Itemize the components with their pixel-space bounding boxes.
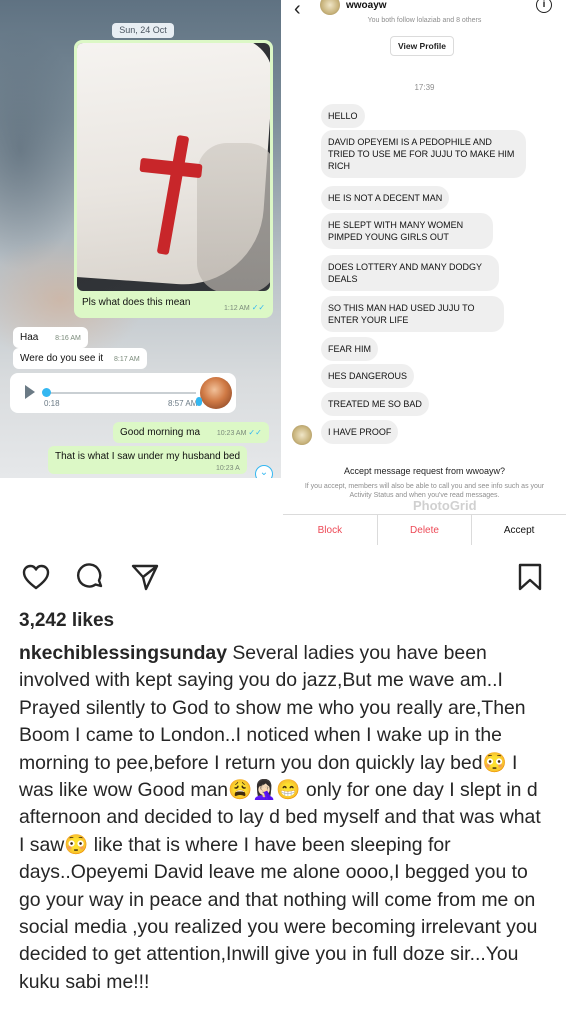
incoming-message[interactable]: Were do you see it 8:17 AM (13, 348, 147, 369)
message-text: Were do you see it (20, 353, 104, 364)
dm-message[interactable]: HES DANGEROUS (321, 364, 415, 388)
read-ticks-icon: ✓✓ (251, 303, 266, 312)
message-text: Haa (20, 332, 39, 343)
mutual-follow-info: You both follow lolaziab and 8 others (367, 17, 482, 24)
message-time: 8:16 AM (55, 335, 81, 342)
voice-time: 8:57 AM (168, 399, 198, 408)
sheet-fold (197, 143, 270, 291)
info-icon[interactable]: i (536, 0, 552, 13)
voice-note[interactable]: 0:18 8:57 AM (10, 373, 236, 413)
post-caption: nkechiblessingsunday Several ladies you … (19, 640, 549, 996)
dm-message[interactable]: TREATED ME SO BAD (321, 392, 429, 416)
message-time: 10:23 AM (216, 430, 247, 437)
heart-icon[interactable] (21, 562, 51, 592)
message-time: 1:12 AM ✓✓ (224, 303, 266, 312)
image-message-bubble[interactable]: Pls what does this mean 1:12 AM ✓✓ (74, 40, 273, 318)
comment-icon[interactable] (75, 562, 105, 592)
bed-photo[interactable] (77, 43, 270, 291)
caption-username[interactable]: nkechiblessingsunday (19, 642, 227, 664)
outgoing-message[interactable]: Good morning ma 10:23 AM ✓✓ (113, 422, 269, 443)
post-action-bar (0, 562, 566, 592)
scroll-down-icon[interactable]: ⌄ (255, 465, 273, 478)
instagram-dm-screenshot: ‹ wwoayw i You both follow lolaziab and … (283, 0, 566, 545)
share-icon[interactable] (130, 562, 160, 592)
play-icon[interactable] (25, 385, 35, 399)
avatar[interactable] (320, 0, 340, 15)
request-actions: Block Delete Accept (283, 514, 566, 545)
voice-progress-track[interactable] (46, 392, 196, 394)
message-text: That is what I saw under my husband bed (55, 451, 241, 462)
whatsapp-screenshot: Sun, 24 Oct Pls what does this mean 1:12… (0, 0, 281, 478)
message-time: 10:23 A (216, 465, 240, 472)
delete-button[interactable]: Delete (376, 515, 472, 545)
date-pill: Sun, 24 Oct (112, 23, 174, 38)
message-timestamp: 17:39 (414, 83, 435, 92)
dm-message[interactable]: DAVID OPEYEMI IS A PEDOPHILE AND TRIED T… (321, 130, 526, 178)
incoming-message[interactable]: Haa 8:16 AM (13, 327, 88, 348)
accept-button[interactable]: Accept (471, 515, 566, 545)
voice-duration: 0:18 (44, 399, 60, 408)
read-ticks-icon: ✓✓ (248, 428, 262, 437)
bookmark-icon[interactable] (515, 562, 545, 592)
voice-progress-dot[interactable] (42, 388, 51, 397)
caption-text: Several ladies you have been involved wi… (19, 642, 541, 993)
photo-collage: Sun, 24 Oct Pls what does this mean 1:12… (0, 0, 566, 545)
dm-message[interactable]: SO THIS MAN HAD USED JUJU TO ENTER YOUR … (321, 296, 504, 332)
dm-message[interactable]: HE SLEPT WITH MANY WOMEN PIMPED YOUNG GI… (321, 213, 493, 249)
mic-icon (196, 397, 202, 406)
block-button[interactable]: Block (283, 515, 377, 545)
dm-message[interactable]: HE IS NOT A DECENT MAN (321, 186, 450, 210)
dm-message[interactable]: FEAR HIM (321, 337, 379, 361)
dm-message[interactable]: HELLO (321, 104, 365, 128)
photogrid-watermark: PhotoGrid (413, 498, 477, 513)
likes-count[interactable]: 3,242 likes (19, 610, 114, 632)
image-caption: Pls what does this mean (82, 297, 191, 308)
sender-avatar (200, 377, 232, 409)
sender-avatar (292, 425, 312, 445)
view-profile-button[interactable]: View Profile (390, 36, 454, 56)
dm-message[interactable]: I HAVE PROOF (321, 420, 399, 444)
message-time: 8:17 AM (113, 356, 140, 363)
outgoing-message[interactable]: That is what I saw under my husband bed … (48, 446, 248, 474)
dm-message[interactable]: DOES LOTTERY AND MANY DODGY DEALS (321, 255, 499, 291)
message-text: Good morning ma (120, 427, 201, 438)
request-title: Accept message request from wwoayw? (343, 466, 506, 476)
dm-username[interactable]: wwoayw (346, 0, 387, 11)
